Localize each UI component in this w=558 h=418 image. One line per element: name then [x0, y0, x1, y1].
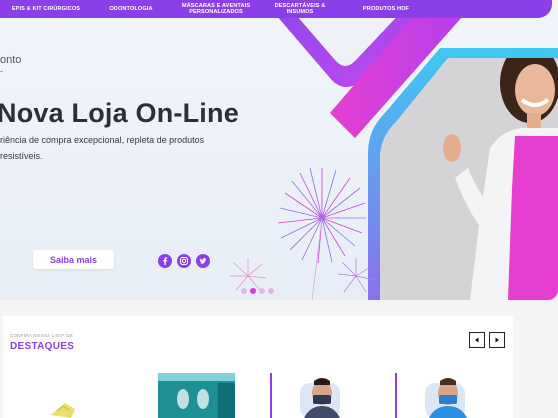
featured-section: CONFIRA NOSSA LISTA DE DESTAQUES — [3, 316, 513, 418]
featured-title: DESTAQUES — [10, 341, 75, 352]
hero-description-line2: resistíveis. — [0, 151, 43, 161]
hero-kicker-divider: - — [0, 66, 3, 76]
product-card-3[interactable] — [270, 373, 360, 418]
slider-dot-4[interactable] — [268, 288, 274, 294]
carousel-next-button[interactable] — [489, 332, 505, 348]
product-card-4[interactable] — [395, 373, 485, 418]
arrow-left-icon — [475, 337, 479, 343]
product-image-gloves — [51, 403, 75, 418]
product-image-mask-man-blue — [395, 373, 467, 418]
top-navigation: EPIS & KIT CIRÚRGICOS ODONTOLOGIA MÁSCAR… — [0, 0, 552, 18]
slider-dot-3[interactable] — [259, 288, 265, 294]
instagram-icon[interactable] — [177, 254, 191, 268]
product-image-clinic — [158, 373, 235, 418]
nav-item-descartaveis-insumos[interactable]: DESCARTÁVEIS & INSUMOS — [264, 0, 336, 18]
product-card-2[interactable] — [158, 373, 235, 418]
page: EPIS & KIT CIRÚRGICOS ODONTOLOGIA MÁSCAR… — [0, 0, 558, 418]
arrow-right-icon — [495, 337, 499, 343]
saiba-mais-button[interactable]: Saiba mais — [33, 250, 114, 269]
product-card-1[interactable] — [43, 373, 113, 418]
featured-kicker: CONFIRA NOSSA LISTA DE — [10, 333, 74, 338]
facebook-icon[interactable] — [158, 254, 172, 268]
hero-title: Nova Loja On-Line — [0, 98, 239, 128]
nav-item-mascaras-aventais[interactable]: MÁSCARAS E AVENTAIS PERSONALIZADOS — [168, 0, 264, 18]
hero-kicker: onto — [0, 54, 22, 66]
twitter-icon[interactable] — [196, 254, 210, 268]
slider-dot-2-active[interactable] — [250, 288, 256, 294]
nav-item-produtos-hof[interactable]: PRODUTOS HOF — [350, 0, 422, 18]
slider-dot-1[interactable] — [241, 288, 247, 294]
nav-item-epis-kit-cirurgicos[interactable]: EPIS & KIT CIRÚRGICOS — [2, 0, 90, 18]
carousel-prev-button[interactable] — [469, 332, 485, 348]
fireworks-small-left — [230, 258, 267, 291]
hero-description-line1: riência de compra excepcional, repleta d… — [0, 135, 205, 145]
nav-item-odontologia[interactable]: ODONTOLOGIA — [96, 0, 166, 18]
product-image-mask-man — [270, 373, 340, 418]
hero-banner: onto - Nova Loja On-Line riência de comp… — [0, 18, 558, 300]
hero-model-photo — [380, 58, 558, 300]
